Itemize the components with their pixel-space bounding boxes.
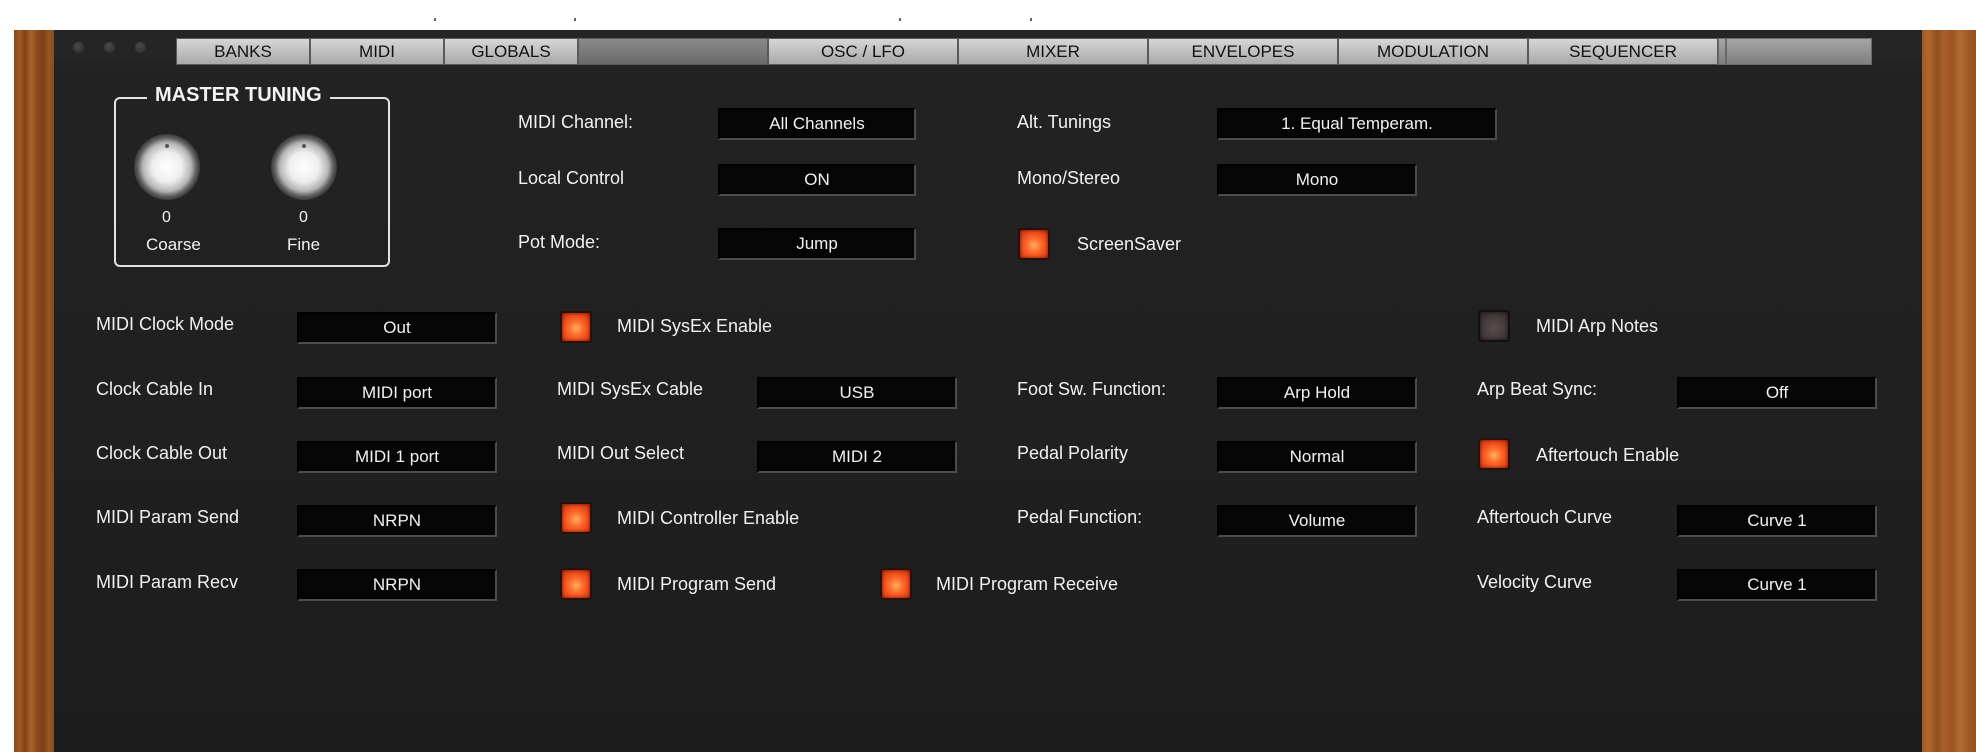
midi-out-select[interactable]: MIDI 2 [757,441,957,473]
tab-globals[interactable]: GLOBALS [444,38,578,65]
arp-beat-sync-select[interactable]: Off [1677,377,1877,409]
aftertouch-enable-label: Aftertouch Enable [1536,445,1680,465]
velocity-curve-label: Velocity Curve [1477,572,1593,592]
aftertouch-enable-toggle[interactable] [1478,438,1510,470]
coarse-label: Coarse [146,235,201,254]
midi-program-send-label: MIDI Program Send [617,574,777,594]
panel-screw-icon [73,42,84,53]
window-top-strip [0,0,1976,30]
tab-empty [578,38,768,65]
midi-channel-select[interactable]: All Channels [718,108,916,140]
tab-midi[interactable]: MIDI [310,38,444,65]
midi-clock-mode-label: MIDI Clock Mode [96,314,235,334]
midi-program-send-toggle[interactable] [560,568,592,600]
pedal-polarity-label: Pedal Polarity [1017,443,1129,463]
wood-side-panel-left [14,30,54,752]
midi-controller-enable-toggle[interactable] [560,502,592,534]
fine-value: 0 [299,209,308,226]
tab-envelopes[interactable]: ENVELOPES [1148,38,1338,65]
mono-stereo-select[interactable]: Mono [1217,164,1417,196]
velocity-curve-select[interactable]: Curve 1 [1677,569,1877,601]
coarse-tuning-knob[interactable] [134,134,200,200]
midi-out-select-label: MIDI Out Select [557,443,685,463]
mono-stereo-label: Mono/Stereo [1017,168,1121,188]
pot-mode-select[interactable]: Jump [718,228,916,260]
pot-mode-label: Pot Mode: [518,232,601,252]
midi-arp-notes-label: MIDI Arp Notes [1536,316,1659,336]
master-tuning-title: MASTER TUNING [147,84,330,107]
separator-tick [434,18,436,21]
clock-cable-out-select[interactable]: MIDI 1 port [297,441,497,473]
clock-cable-in-select[interactable]: MIDI port [297,377,497,409]
midi-arp-notes-toggle[interactable] [1478,310,1510,342]
pedal-polarity-select[interactable]: Normal [1217,441,1417,473]
tab-mixer[interactable]: MIXER [958,38,1148,65]
clock-cable-in-label: Clock Cable In [96,379,214,399]
clock-cable-out-label: Clock Cable Out [96,443,228,463]
midi-param-recv-label: MIDI Param Recv [96,572,239,592]
midi-param-recv-select[interactable]: NRPN [297,569,497,601]
foot-switch-function-select[interactable]: Arp Hold [1217,377,1417,409]
wood-side-panel-right [1922,30,1976,752]
midi-program-receive-label: MIDI Program Receive [936,574,1119,594]
midi-sysex-enable-label: MIDI SysEx Enable [617,316,773,336]
local-control-label: Local Control [518,168,625,188]
aftertouch-curve-select[interactable]: Curve 1 [1677,505,1877,537]
midi-sysex-enable-toggle[interactable] [560,311,592,343]
screensaver-toggle[interactable] [1018,228,1050,260]
midi-program-receive-toggle[interactable] [880,568,912,600]
midi-sysex-cable-label: MIDI SysEx Cable [557,379,704,399]
midi-sysex-cable-select[interactable]: USB [757,377,957,409]
midi-controller-enable-label: MIDI Controller Enable [617,508,800,528]
alt-tunings-select[interactable]: 1. Equal Temperam. [1217,108,1497,140]
aftertouch-curve-label: Aftertouch Curve [1477,507,1613,527]
fine-label: Fine [287,235,321,254]
separator-tick [899,18,901,21]
tab-modulation[interactable]: MODULATION [1338,38,1528,65]
local-control-select[interactable]: ON [718,164,916,196]
tab-divider [1718,38,1726,65]
coarse-value: 0 [162,209,171,226]
tab-empty [1726,38,1872,65]
midi-channel-label: MIDI Channel: [518,112,634,132]
pedal-function-label: Pedal Function: [1017,507,1143,527]
alt-tunings-label: Alt. Tunings [1017,112,1112,132]
foot-switch-function-label: Foot Sw. Function: [1017,379,1167,399]
screensaver-label: ScreenSaver [1077,234,1182,254]
tab-osc-lfo[interactable]: OSC / LFO [768,38,958,65]
midi-clock-mode-select[interactable]: Out [297,312,497,344]
separator-tick [1030,18,1032,21]
separator-tick [574,18,576,21]
midi-param-send-label: MIDI Param Send [96,507,240,527]
knob-indicator-icon [302,144,306,148]
midi-param-send-select[interactable]: NRPN [297,505,497,537]
tab-sequencer[interactable]: SEQUENCER [1528,38,1718,65]
arp-beat-sync-label: Arp Beat Sync: [1477,379,1598,399]
fine-tuning-knob[interactable] [271,134,337,200]
tab-banks[interactable]: BANKS [176,38,310,65]
knob-indicator-icon [165,144,169,148]
panel-screw-icon [104,42,115,53]
pedal-function-select[interactable]: Volume [1217,505,1417,537]
panel-screw-icon [135,42,146,53]
